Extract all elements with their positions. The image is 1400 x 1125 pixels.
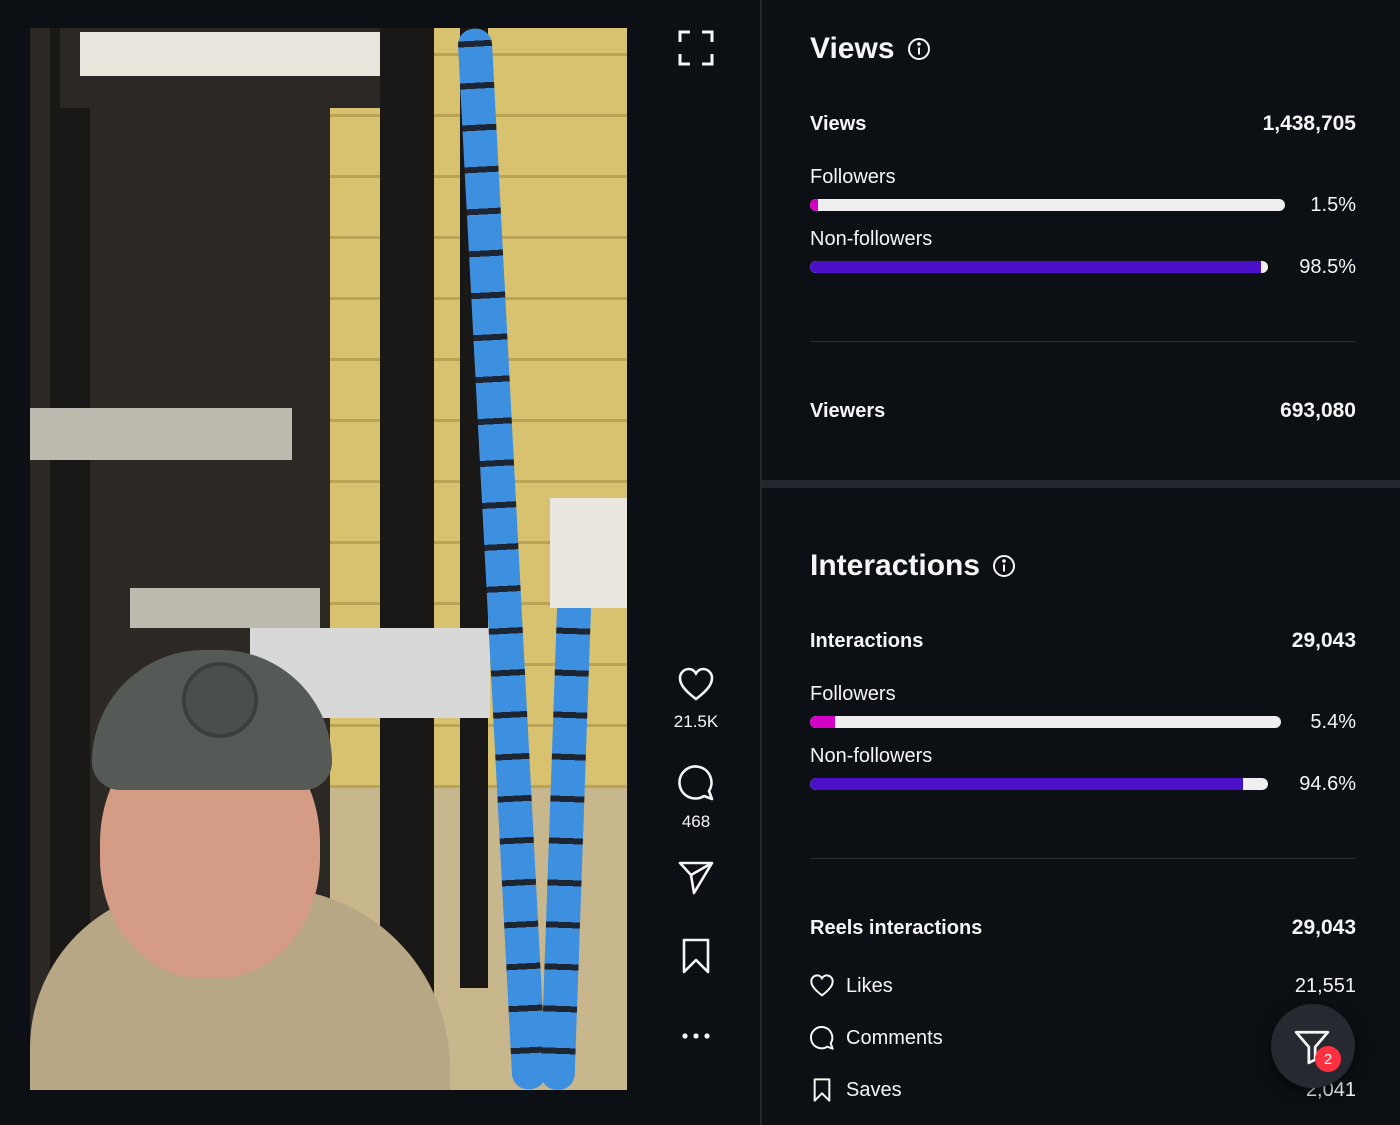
views-nonfollowers-bar-row: 98.5% [810, 256, 1356, 278]
info-icon[interactable] [992, 554, 1016, 578]
views-separator [810, 341, 1356, 342]
heart-icon[interactable] [678, 667, 714, 703]
comment-icon[interactable] [678, 765, 714, 801]
interactions-total-value: 29,043 [1291, 629, 1356, 652]
share-icon[interactable] [678, 860, 714, 896]
wall-box [550, 498, 627, 608]
views-nonfollowers-label: Non-followers [810, 228, 933, 250]
views-total-row: Views 1,438,705 [810, 112, 1356, 136]
patch-panel [80, 32, 380, 76]
interactions-nonfollowers-pct: 94.6% [1299, 772, 1356, 795]
interactions-followers-bar [810, 716, 1281, 728]
info-icon[interactable] [907, 37, 931, 61]
viewers-row: Viewers 693,080 [810, 399, 1356, 423]
reels-interactions-label: Reels interactions [810, 916, 983, 939]
heart-icon [810, 974, 834, 997]
views-followers-bar-fill [810, 199, 818, 211]
viewers-label: Viewers [810, 399, 886, 422]
interactions-followers-pct: 5.4% [1310, 710, 1356, 733]
interactions-title-text: Interactions [810, 549, 981, 582]
interactions-total-label: Interactions [810, 629, 924, 652]
rack-shelf-lower [130, 588, 320, 628]
likes-row: Likes 21,551 [810, 974, 1356, 998]
views-section-title: Views [810, 32, 931, 66]
rack-post-center [380, 28, 434, 1090]
views-followers-label: Followers [810, 166, 896, 188]
reels-interactions-value: 29,043 [1291, 916, 1356, 939]
comments-label: Comments [846, 1026, 943, 1049]
saves-row: Saves 2,041 [810, 1078, 1356, 1102]
views-followers-bar-row: 1.5% [810, 194, 1356, 216]
viewers-value: 693,080 [1280, 399, 1356, 422]
views-nonfollowers-pct: 98.5% [1299, 255, 1356, 278]
reel-actions: 21.5K 468 [660, 0, 732, 1125]
interactions-nonfollowers-bar-fill [810, 778, 1243, 790]
views-followers-bar [810, 199, 1285, 211]
fullscreen-icon[interactable] [678, 30, 714, 66]
comments-count: 468 [681, 812, 711, 831]
bookmark-icon[interactable] [678, 938, 714, 974]
bookmark-icon [813, 1078, 831, 1102]
section-separator [762, 480, 1400, 488]
likes-count: 21.5K [673, 712, 719, 731]
interactions-nonfollowers-bar-row: 94.6% [810, 773, 1356, 795]
more-options-icon[interactable] [678, 1018, 714, 1054]
views-total-value: 1,438,705 [1262, 112, 1356, 135]
views-nonfollowers-bar-fill [810, 261, 1261, 273]
views-title-text: Views [810, 32, 895, 65]
interactions-separator [810, 858, 1356, 859]
interactions-nonfollowers-label: Non-followers [810, 745, 933, 767]
saves-label: Saves [846, 1078, 902, 1101]
interactions-total-row: Interactions 29,043 [810, 629, 1356, 653]
reels-interactions-row: Reels interactions 29,043 [810, 916, 1356, 940]
likes-label: Likes [846, 974, 893, 997]
likes-value: 21,551 [1294, 974, 1356, 997]
views-total-label: Views [810, 112, 867, 135]
comment-icon [810, 1026, 834, 1050]
interactions-section-title: Interactions [810, 549, 1016, 583]
views-nonfollowers-bar [810, 261, 1268, 273]
reel-video[interactable] [30, 28, 627, 1090]
interactions-followers-bar-row: 5.4% [810, 711, 1356, 733]
insights-panel: Views Views 1,438,705 Followers 1.5% Non… [762, 0, 1400, 1125]
filter-button[interactable]: 2 [1271, 1004, 1355, 1088]
cap-emblem [182, 662, 258, 738]
interactions-followers-bar-fill [810, 716, 835, 728]
filter-badge: 2 [1315, 1046, 1341, 1072]
rack-shelf-upper [30, 408, 292, 460]
interactions-nonfollowers-bar [810, 778, 1268, 790]
views-followers-pct: 1.5% [1310, 193, 1356, 216]
interactions-followers-label: Followers [810, 683, 896, 705]
